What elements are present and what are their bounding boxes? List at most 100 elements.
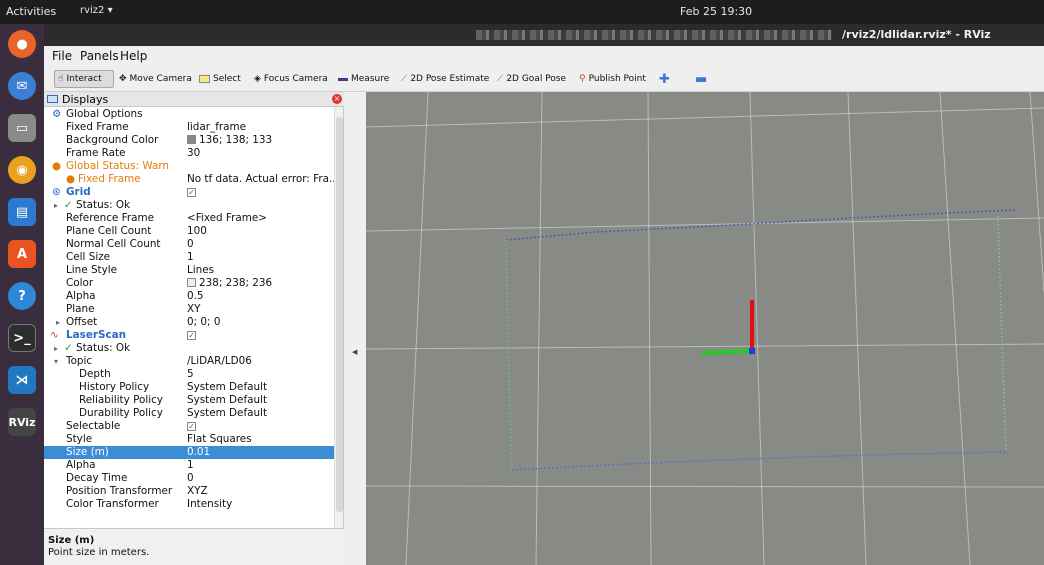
row-value[interactable]: 0; 0; 0 (187, 316, 220, 329)
row-value[interactable]: 0.5 (187, 290, 204, 303)
tree-row-color[interactable]: Color 238; 238; 236 (44, 277, 334, 290)
tree-row-line-style[interactable]: Line Style Lines (44, 264, 334, 277)
row-value[interactable]: 0 (187, 238, 194, 251)
row-value[interactable]: 30 (187, 147, 200, 160)
tool-2d-goal-pose[interactable]: ⟋ 2D Goal Pose (494, 70, 569, 88)
tree-row-grid[interactable]: ⊛ Grid ✓ (44, 186, 334, 199)
app-menu[interactable]: rviz2 ▾ (80, 5, 113, 16)
vscode-icon[interactable]: ⋊ (8, 366, 36, 394)
row-value[interactable]: System Default (187, 394, 267, 407)
row-value[interactable]: <Fixed Frame> (187, 212, 267, 225)
tree-row-global-options[interactable]: ⚙ Global Options (44, 108, 334, 121)
files-icon[interactable]: ▭ (8, 114, 36, 142)
tool-move-camera[interactable]: ✥ Move Camera (116, 70, 195, 88)
tree-row-style[interactable]: Style Flat Squares (44, 433, 334, 446)
row-value[interactable]: XY (187, 303, 200, 316)
row-value[interactable]: XYZ (187, 485, 208, 498)
tree-row-offset[interactable]: ▸ Offset 0; 0; 0 (44, 316, 334, 329)
collapse-arrow-icon[interactable]: ▾ (54, 355, 58, 368)
menu-help[interactable]: Help (120, 49, 147, 63)
thunderbird-icon[interactable]: ✉ (8, 72, 36, 100)
tree-row-size[interactable]: Size (m) 0.01 (44, 446, 334, 459)
tree-row-alpha[interactable]: Alpha 0.5 (44, 290, 334, 303)
tree-row-scan-alpha[interactable]: Alpha 1 (44, 459, 334, 472)
tree-row-reliability-policy[interactable]: Reliability Policy System Default (44, 394, 334, 407)
activities-button[interactable]: Activities (6, 5, 56, 18)
dock: ● ✉ ▭ ◉ ▤ A ? >_ ⋊ RViz (0, 24, 44, 565)
tree-row-durability-policy[interactable]: Durability Policy System Default (44, 407, 334, 420)
rviz-icon[interactable]: RViz (8, 408, 36, 436)
terminal-icon[interactable]: >_ (8, 324, 36, 352)
tree-row-frame-rate[interactable]: Frame Rate 30 (44, 147, 334, 160)
tool-measure-label: Measure (351, 74, 390, 84)
tool-interact[interactable]: ☝ Interact (54, 70, 114, 88)
row-value[interactable]: ✓ (187, 420, 196, 433)
tree-row-fixed-frame-status[interactable]: ● Fixed Frame No tf data. Actual error: Fr… (44, 173, 334, 186)
close-panel-icon[interactable]: × (332, 94, 342, 104)
tree-row-reference-frame[interactable]: Reference Frame <Fixed Frame> (44, 212, 334, 225)
row-value[interactable]: Flat Squares (187, 433, 252, 446)
tree-row-history-policy[interactable]: History Policy System Default (44, 381, 334, 394)
displays-scrollbar[interactable] (334, 107, 343, 528)
firefox-icon[interactable]: ● (8, 30, 36, 58)
tool-publish-point[interactable]: ⚲ Publish Point (576, 70, 649, 88)
tree-row-global-status[interactable]: ● Global Status: Warn (44, 160, 334, 173)
tree-row-grid-status[interactable]: ▸ ✓ Status: Ok (44, 199, 334, 212)
row-value[interactable]: 1 (187, 459, 194, 472)
row-value[interactable]: ✓ (187, 329, 196, 342)
tool-select[interactable]: Select (196, 70, 244, 88)
row-value[interactable]: 100 (187, 225, 207, 238)
add-tool-button[interactable]: ✚ (656, 70, 673, 88)
clock[interactable]: Feb 25 19:30 (680, 5, 752, 18)
row-value[interactable]: 0 (187, 472, 194, 485)
selectable-checkbox[interactable]: ✓ (187, 421, 196, 431)
row-value[interactable]: 238; 238; 236 (187, 277, 272, 290)
expand-arrow-icon[interactable]: ▸ (54, 342, 58, 355)
row-value[interactable]: lidar_frame (187, 121, 246, 134)
expand-arrow-icon[interactable]: ▸ (56, 316, 60, 329)
row-value[interactable]: 0.01 (187, 446, 210, 459)
menu-panels[interactable]: Panels (80, 49, 119, 63)
tree-row-selectable[interactable]: Selectable ✓ (44, 420, 334, 433)
menu-file[interactable]: File (52, 49, 72, 63)
row-value[interactable]: Lines (187, 264, 214, 277)
row-value[interactable]: System Default (187, 407, 267, 420)
row-value[interactable]: 136; 138; 133 (187, 134, 272, 147)
row-value[interactable]: System Default (187, 381, 267, 394)
tree-row-decay-time[interactable]: Decay Time 0 (44, 472, 334, 485)
row-value[interactable]: 5 (187, 368, 194, 381)
tree-row-topic[interactable]: ▾ Topic/LiDAR/LD06 (44, 355, 334, 368)
row-value[interactable]: Intensity (187, 498, 232, 511)
writer-icon[interactable]: ▤ (8, 198, 36, 226)
panel-splitter[interactable]: ◀ (344, 92, 366, 565)
tree-row-laserscan[interactable]: ∿ LaserScan ✓ (44, 329, 334, 342)
software-icon[interactable]: A (8, 240, 36, 268)
tree-row-fixed-frame[interactable]: Fixed Frame lidar_frame (44, 121, 334, 134)
scrollbar-thumb[interactable] (336, 117, 343, 512)
help-icon[interactable]: ? (8, 282, 36, 310)
tree-row-depth[interactable]: Depth 5 (44, 368, 334, 381)
tree-row-laserscan-status[interactable]: ▸ ✓ Status: Ok (44, 342, 334, 355)
collapse-left-icon[interactable]: ◀ (352, 348, 357, 356)
rhythmbox-icon[interactable]: ◉ (8, 156, 36, 184)
viewport-canvas[interactable] (366, 92, 1044, 565)
tree-row-cell-size[interactable]: Cell Size 1 (44, 251, 334, 264)
tree-row-plane-cell-count[interactable]: Plane Cell Count 100 (44, 225, 334, 238)
grid-enabled-checkbox[interactable]: ✓ (187, 187, 196, 197)
remove-tool-button[interactable]: ▬ (692, 70, 710, 88)
tree-row-plane[interactable]: Plane XY (44, 303, 334, 316)
tree-row-background-color[interactable]: Background Color 136; 138; 133 (44, 134, 334, 147)
row-value[interactable]: /LiDAR/LD06 (187, 355, 252, 368)
render-viewport[interactable] (366, 92, 1044, 565)
laserscan-enabled-checkbox[interactable]: ✓ (187, 330, 196, 340)
row-value[interactable]: ✓ (187, 186, 196, 199)
tool-focus-camera[interactable]: ◈ Focus Camera (251, 70, 331, 88)
expand-arrow-icon[interactable]: ▸ (54, 199, 58, 212)
tree-row-normal-cell-count[interactable]: Normal Cell Count 0 (44, 238, 334, 251)
row-key: Fixed Frame (78, 173, 141, 185)
tree-row-color-transformer[interactable]: Color Transformer Intensity (44, 498, 334, 511)
tool-2d-pose-estimate[interactable]: ⟋ 2D Pose Estimate (398, 70, 492, 88)
tool-measure[interactable]: Measure (335, 70, 392, 88)
tree-row-position-transformer[interactable]: Position Transformer XYZ (44, 485, 334, 498)
row-value[interactable]: 1 (187, 251, 194, 264)
